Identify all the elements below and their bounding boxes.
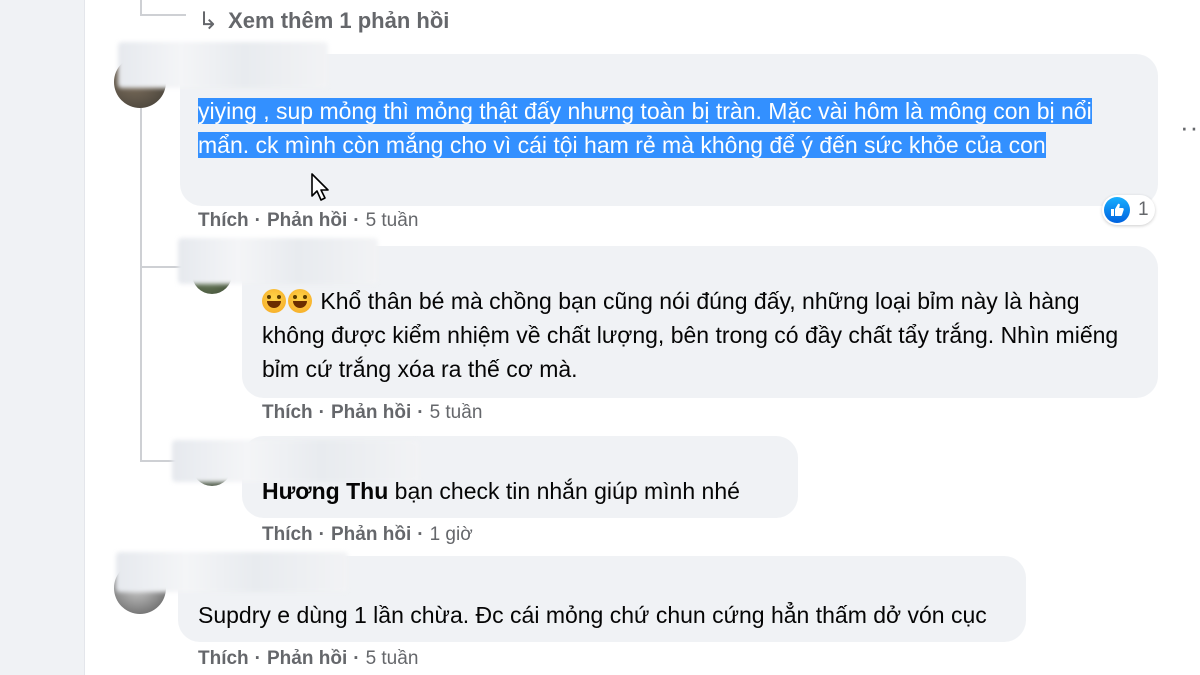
see-more-replies-link[interactable]: ↳ Xem thêm 1 phản hồi [198,4,449,38]
like-button[interactable]: Thích [198,648,249,670]
reaction-count-badge[interactable]: 1 [1102,195,1155,225]
thread-line [140,0,142,14]
reply-button[interactable]: Phản hồi [267,648,347,670]
comment-body: bạn check tin nhắn giúp mình nhé [394,478,740,504]
mentioned-user-link[interactable]: Hương Thu [262,478,388,504]
like-button[interactable]: Thích [262,402,313,424]
mouse-cursor-icon [311,173,329,201]
reaction-count: 1 [1138,199,1149,220]
laughing-emoji-icon [262,289,286,313]
comment-actions: Thích · Phản hồi · 5 tuần [198,648,419,670]
comment-actions: Thích · Phản hồi · 5 tuần [262,402,483,424]
comment-text: Hương Thu bạn check tin nhắn giúp mình n… [262,474,782,508]
author-name-blurred [178,238,378,284]
comment-actions: Thích · Phản hồi · 1 giờ [262,524,473,546]
left-sidebar-strip [0,0,85,675]
see-more-replies-label: Xem thêm 1 phản hồi [228,8,450,33]
comment-timestamp[interactable]: 5 tuần [366,210,419,232]
thread-line [140,14,186,16]
reply-arrow-icon: ↳ [198,7,219,35]
comment-actions: Thích · Phản hồi · 5 tuần [198,210,419,232]
comment-body: Khổ thân bé mà chồng bạn cũng nói đúng đ… [262,288,1119,382]
reply-button[interactable]: Phản hồi [267,210,347,232]
comment-body: Supdry e dùng 1 lần chừa. Đc cái mỏng ch… [198,602,987,628]
comment-timestamp[interactable]: 1 giờ [430,524,473,546]
reply-button[interactable]: Phản hồi [331,524,411,546]
author-name-blurred [116,552,348,592]
laughing-emoji-icon [288,289,312,313]
comment-text: yiying , sup mỏng thì mỏng thật đấy nhưn… [198,94,1138,162]
thread-line [140,108,142,268]
comment-timestamp[interactable]: 5 tuần [366,648,419,670]
like-button[interactable]: Thích [198,210,249,232]
more-options-icon[interactable]: ··· [1180,112,1200,143]
comment-timestamp[interactable]: 5 tuần [430,402,483,424]
thumbs-up-icon [1104,197,1130,223]
comment-text: Khổ thân bé mà chồng bạn cũng nói đúng đ… [262,284,1142,386]
author-name-blurred [118,42,328,88]
like-button[interactable]: Thích [262,524,313,546]
comment-text: Supdry e dùng 1 lần chừa. Đc cái mỏng ch… [198,598,1018,632]
reply-button[interactable]: Phản hồi [331,402,411,424]
thread-line [140,268,142,460]
thumbs-up-glyph [1111,203,1124,216]
selected-text: yiying , sup mỏng thì mỏng thật đấy nhưn… [198,98,1092,158]
